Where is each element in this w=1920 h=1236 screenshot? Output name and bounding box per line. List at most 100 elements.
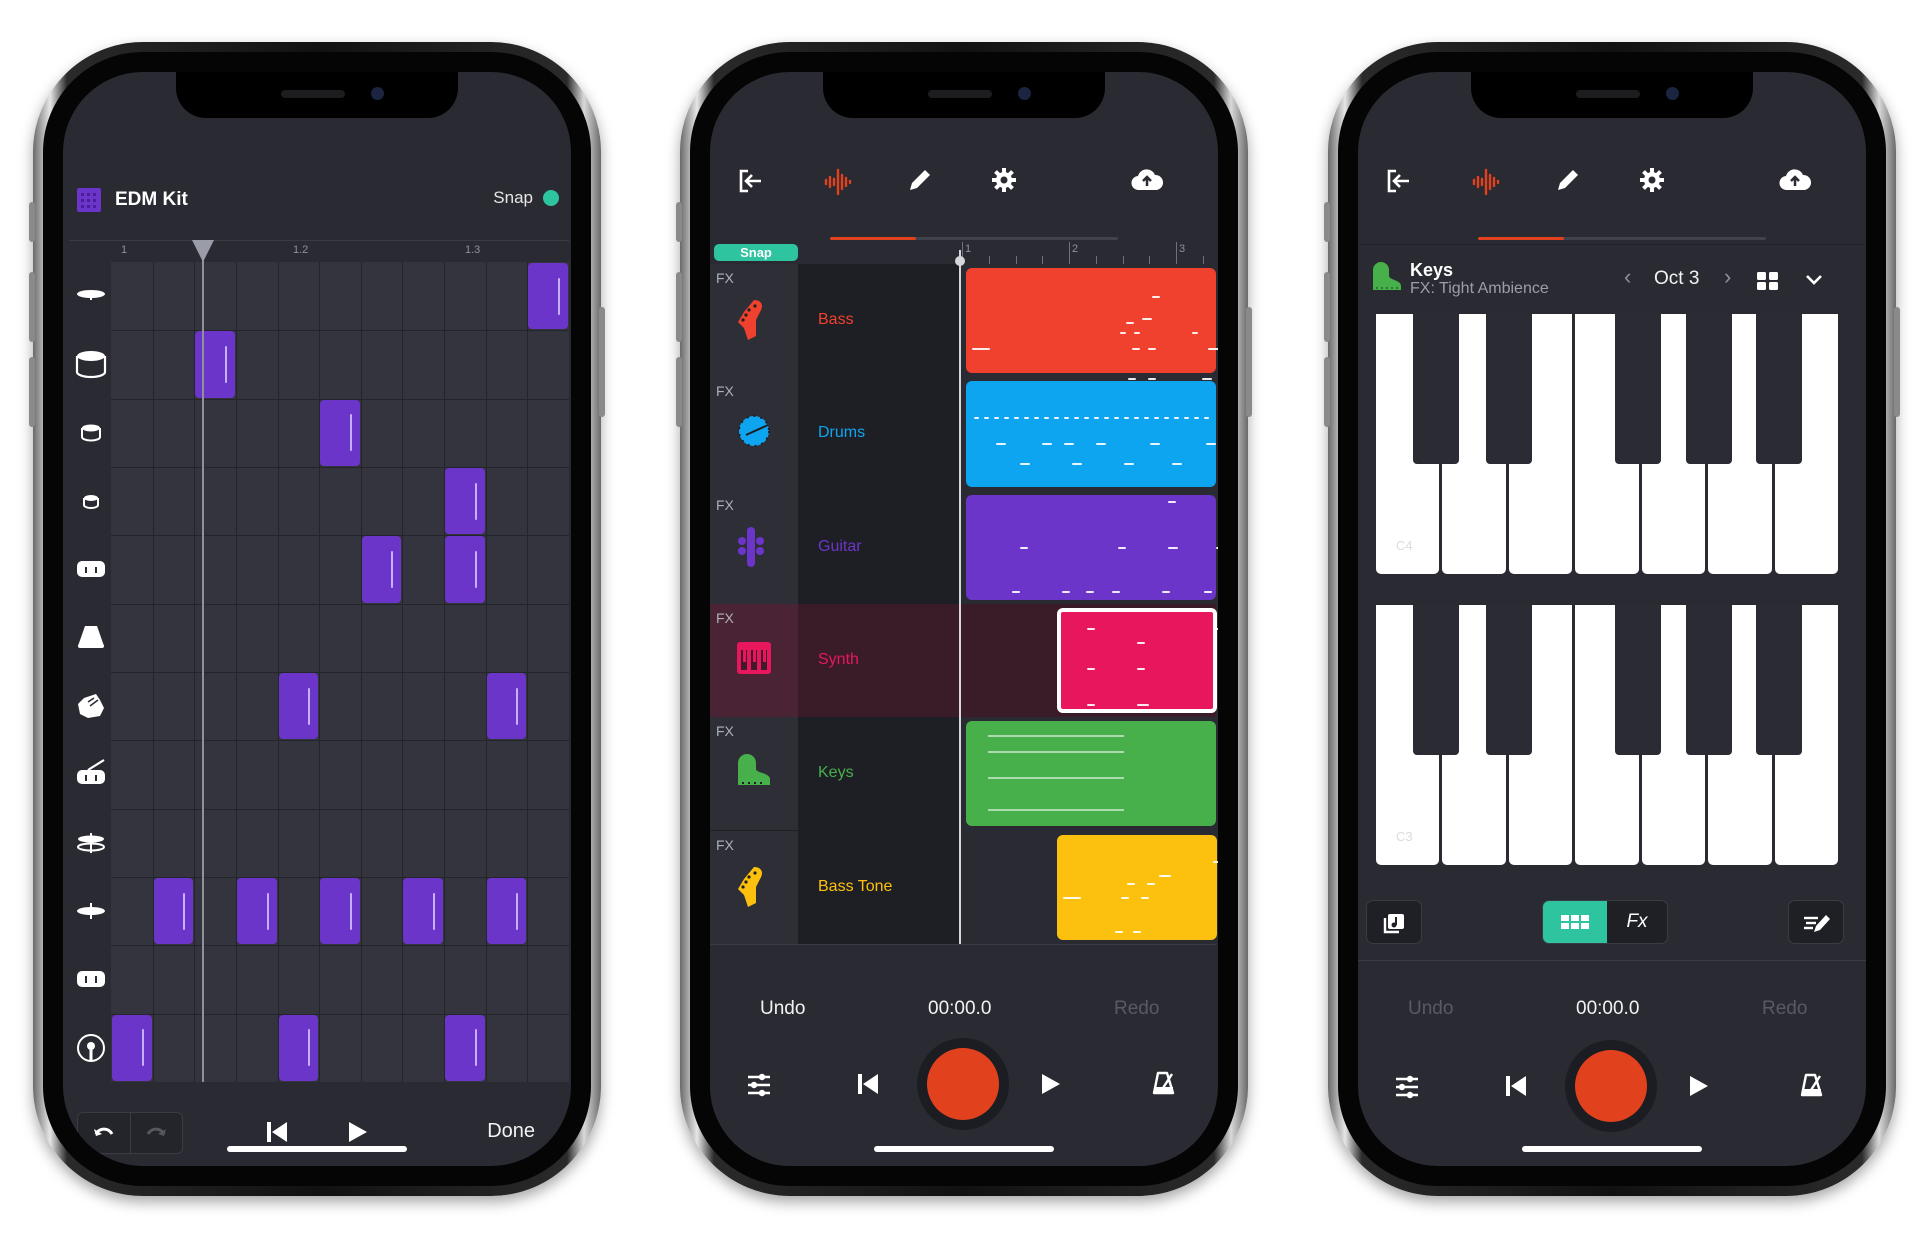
- metronome-button[interactable]: [1800, 1072, 1824, 1098]
- playhead-handle[interactable]: [955, 256, 965, 266]
- undo-button[interactable]: Undo: [760, 998, 805, 1020]
- tab-tracks[interactable]: [822, 166, 854, 198]
- track-clip[interactable]: [966, 721, 1216, 827]
- rewind-button[interactable]: [265, 1120, 289, 1144]
- keyboard-lower[interactable]: [1376, 605, 1838, 865]
- tab-tracks[interactable]: [1470, 166, 1502, 198]
- redo-button[interactable]: Redo: [1762, 998, 1807, 1020]
- record-button[interactable]: [917, 1038, 1009, 1130]
- track-name[interactable]: Guitar: [818, 538, 862, 556]
- low-tom-icon[interactable]: [69, 467, 113, 535]
- rimshot-icon[interactable]: [69, 740, 113, 808]
- guitar-icon[interactable]: [734, 525, 768, 569]
- step-pad[interactable]: [403, 878, 444, 945]
- clap-icon[interactable]: [69, 672, 113, 740]
- record-button[interactable]: [1565, 1040, 1657, 1132]
- tab-settings[interactable]: [990, 166, 1018, 194]
- black-key[interactable]: [1486, 314, 1533, 464]
- note-edit-button[interactable]: [1788, 900, 1844, 944]
- octave-down-button[interactable]: ‹: [1624, 264, 1631, 290]
- black-key[interactable]: [1413, 314, 1460, 464]
- black-key[interactable]: [1685, 605, 1732, 755]
- hi-hat-closed-icon[interactable]: [69, 877, 113, 945]
- track-fx-button[interactable]: FX: [716, 837, 734, 853]
- track-clip[interactable]: [966, 381, 1216, 487]
- snap-toggle[interactable]: Snap: [493, 188, 559, 208]
- snap-button[interactable]: Snap: [714, 244, 798, 261]
- step-pad[interactable]: [445, 536, 485, 603]
- high-tom-icon[interactable]: [69, 399, 113, 467]
- drum-icon[interactable]: [734, 411, 774, 451]
- track-fx-button[interactable]: FX: [716, 723, 734, 739]
- octave-up-button[interactable]: ›: [1724, 264, 1731, 290]
- play-button[interactable]: [1040, 1072, 1062, 1096]
- track-fx-button[interactable]: FX: [716, 610, 734, 626]
- mixer-button[interactable]: [1394, 1074, 1420, 1100]
- step-pad[interactable]: [361, 536, 402, 603]
- tab-edit[interactable]: [906, 166, 934, 194]
- instrument-fx[interactable]: FX: Tight Ambience: [1410, 280, 1549, 298]
- crash-cymbal-icon[interactable]: [69, 262, 113, 330]
- cowbell-icon[interactable]: [69, 604, 113, 672]
- track-clip[interactable]: [1057, 607, 1218, 714]
- playhead[interactable]: [959, 250, 961, 944]
- step-pad[interactable]: [528, 263, 568, 330]
- floor-tom-icon[interactable]: [69, 945, 113, 1013]
- bass-guitar-icon[interactable]: [734, 298, 768, 342]
- metronome-button[interactable]: [1152, 1070, 1176, 1096]
- layout-toggle-button[interactable]: [1756, 271, 1780, 291]
- undo-button[interactable]: Undo: [1408, 998, 1453, 1020]
- collapse-button[interactable]: [1804, 272, 1824, 288]
- step-pad[interactable]: [320, 399, 360, 466]
- black-key[interactable]: [1755, 605, 1802, 755]
- black-key[interactable]: [1685, 314, 1732, 464]
- step-pad[interactable]: [445, 468, 485, 535]
- track-clip[interactable]: [966, 494, 1218, 600]
- black-key[interactable]: [1486, 605, 1533, 755]
- step-pad[interactable]: [486, 878, 527, 945]
- step-pad[interactable]: [236, 878, 277, 945]
- piano-icon[interactable]: [734, 751, 774, 791]
- bass-drum-icon[interactable]: [69, 1014, 113, 1082]
- track-row[interactable]: FX Keys: [710, 717, 1216, 831]
- track-name[interactable]: Drums: [818, 424, 865, 442]
- step-pad[interactable]: [486, 673, 527, 740]
- home-indicator[interactable]: [1522, 1146, 1702, 1152]
- step-pad[interactable]: [153, 878, 194, 945]
- black-key[interactable]: [1615, 314, 1662, 464]
- black-key[interactable]: [1755, 314, 1802, 464]
- tab-settings[interactable]: [1638, 166, 1666, 194]
- tab-edit[interactable]: [1554, 166, 1582, 194]
- track-clip[interactable]: [1057, 834, 1218, 940]
- hi-hat-open-icon[interactable]: [69, 809, 113, 877]
- playhead-handle[interactable]: [192, 240, 214, 262]
- keyboard-upper[interactable]: [1376, 314, 1838, 574]
- track-row[interactable]: FX Drums: [710, 377, 1216, 491]
- step-pad[interactable]: [112, 1014, 152, 1081]
- home-indicator[interactable]: [227, 1146, 407, 1152]
- track-fx-button[interactable]: FX: [716, 270, 734, 286]
- step-pad[interactable]: [445, 1014, 485, 1081]
- play-button[interactable]: [1688, 1074, 1710, 1098]
- rewind-button[interactable]: [856, 1072, 880, 1096]
- step-pad[interactable]: [278, 673, 319, 740]
- timeline-ruler[interactable]: 1 1.2 1.3: [69, 240, 569, 263]
- mode-keys-button[interactable]: [1543, 901, 1607, 943]
- mixer-button[interactable]: [746, 1072, 772, 1098]
- upload-button[interactable]: [1130, 166, 1164, 194]
- track-name[interactable]: Bass Tone: [818, 878, 892, 896]
- home-indicator[interactable]: [874, 1146, 1054, 1152]
- loops-button[interactable]: [1366, 900, 1422, 944]
- exit-button[interactable]: [738, 168, 764, 194]
- instrument-name[interactable]: Keys: [1410, 260, 1453, 281]
- track-name[interactable]: Keys: [818, 764, 854, 782]
- track-row[interactable]: FX Synth: [710, 603, 1218, 718]
- playhead[interactable]: [202, 240, 204, 1082]
- step-grid[interactable]: [111, 262, 569, 1082]
- step-pad[interactable]: [320, 878, 360, 945]
- black-key[interactable]: [1615, 605, 1662, 755]
- upload-button[interactable]: [1778, 166, 1812, 194]
- exit-button[interactable]: [1386, 168, 1412, 194]
- play-button[interactable]: [347, 1120, 369, 1144]
- track-fx-button[interactable]: FX: [716, 497, 734, 513]
